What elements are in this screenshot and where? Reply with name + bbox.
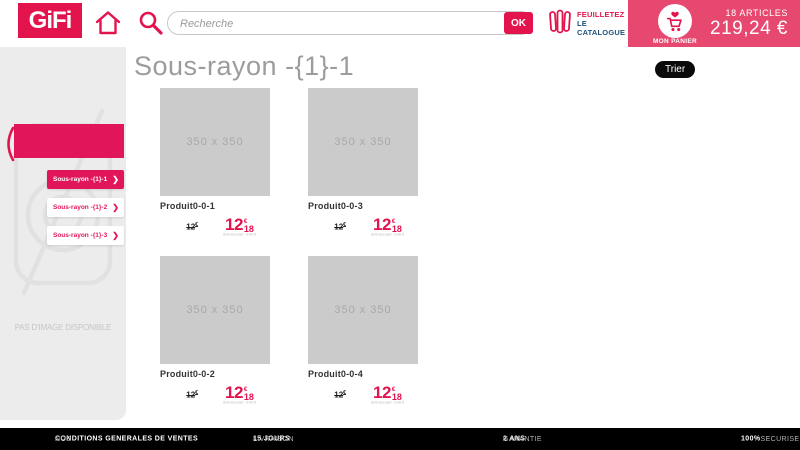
price-note: dont éco-part : 0,00 €	[223, 401, 256, 404]
search-icon	[137, 9, 165, 37]
sidebar-item-sous-rayon-2[interactable]: Sous-rayon -{1}-2 ❯	[47, 198, 124, 217]
product-card[interactable]: 350 x 350 Produit0-0-1 12€ 12 € 18 dont …	[160, 88, 270, 239]
product-prices: 12€ 12 € 18 dont éco-part : 0,00 €	[308, 386, 418, 407]
old-price: 12€	[334, 386, 346, 403]
gifi-page: GiFi OK FEUILLETEZ	[0, 0, 800, 450]
home-button[interactable]	[94, 9, 122, 42]
catalogue-icon	[548, 8, 572, 36]
cart-button[interactable]: MON PANIER 18 ARTICLES 219,24 €	[628, 0, 800, 47]
sidebar-item-label: Sous-rayon -{1}-1	[53, 176, 107, 183]
product-name[interactable]: Produit0-0-3	[308, 201, 418, 211]
cart-icon-circle	[658, 4, 692, 38]
no-image-text: PAS D'IMAGE DISPONIBLE	[0, 323, 126, 332]
sidebar-item-sous-rayon-3[interactable]: Sous-rayon -{1}-3 ❯	[47, 226, 124, 245]
chevron-right-icon: ❯	[112, 231, 119, 240]
product-name[interactable]: Produit0-0-4	[308, 369, 418, 379]
current-price: 12 € 18 dont éco-part : 0,00 €	[359, 386, 416, 407]
current-price: 12 € 18 dont éco-part : 0,00 €	[211, 386, 268, 407]
sidebar-item-sous-rayon-1[interactable]: Sous-rayon -{1}-1 ❯	[47, 170, 124, 189]
product-image-placeholder[interactable]: 350 x 350	[308, 88, 418, 196]
search-icon-button[interactable]	[137, 9, 165, 42]
footer-garantie: GARANTIE 2 ANS	[503, 436, 525, 443]
product-prices: 12€ 12 € 18 dont éco-part : 0,00 €	[160, 218, 270, 239]
product-name[interactable]: Produit0-0-2	[160, 369, 270, 379]
old-price: 12€	[334, 218, 346, 235]
sidebar-item-label: Sous-rayon -{1}-2	[53, 204, 107, 211]
footer-cgv-link[interactable]: NOS CONDITIONS GENERALES DE VENTES	[55, 436, 198, 443]
sidebar: Sous-rayon -{1}-1 ❯ Sous-rayon -{1}-2 ❯ …	[0, 47, 126, 420]
catalogue-label: FEUILLETEZ LE CATALOGUE	[577, 8, 625, 37]
product-prices: 12€ 12 € 18 dont éco-part : 0,00 €	[308, 218, 418, 239]
product-name[interactable]: Produit0-0-1	[160, 201, 270, 211]
product-image-placeholder[interactable]: 350 x 350	[160, 256, 270, 364]
sort-button[interactable]: Trier	[655, 61, 695, 78]
search-box	[167, 11, 533, 35]
cart-label: MON PANIER	[640, 38, 710, 45]
footer-livraison: LIVRAISON 15 JOURS	[253, 436, 290, 443]
gifi-logo-text: GiFi	[29, 7, 72, 35]
cart-heart-icon	[662, 8, 688, 34]
price-note: dont éco-part : 0,00 €	[223, 233, 256, 236]
search-ok-button[interactable]: OK	[504, 12, 533, 34]
footer-securise: 100% SECURISE	[741, 436, 761, 443]
top-header: GiFi OK FEUILLETEZ	[0, 0, 800, 47]
product-card[interactable]: 350 x 350 Produit0-0-3 12€ 12 € 18 dont …	[308, 88, 418, 239]
product-card[interactable]: 350 x 350 Produit0-0-2 12€ 12 € 18 dont …	[160, 256, 270, 407]
catalogue-link[interactable]: FEUILLETEZ LE CATALOGUE	[548, 8, 625, 37]
search-input[interactable]	[178, 13, 502, 35]
sidebar-back-chevron-icon[interactable]	[2, 125, 16, 163]
price-note: dont éco-part : 0,00 €	[371, 233, 404, 236]
home-icon	[94, 9, 122, 37]
chevron-right-icon: ❯	[112, 175, 119, 184]
product-card[interactable]: 350 x 350 Produit0-0-4 12€ 12 € 18 dont …	[308, 256, 418, 407]
footer-bar: NOS CONDITIONS GENERALES DE VENTES LIVRA…	[0, 428, 800, 450]
chevron-right-icon: ❯	[112, 203, 119, 212]
product-image-placeholder[interactable]: 350 x 350	[160, 88, 270, 196]
current-price: 12 € 18 dont éco-part : 0,00 €	[211, 218, 268, 239]
page-title: Sous-rayon -{1}-1	[134, 51, 354, 82]
product-image-placeholder[interactable]: 350 x 350	[308, 256, 418, 364]
category-banner[interactable]	[14, 124, 124, 158]
cart-total-price: 219,24 €	[710, 18, 788, 40]
price-note: dont éco-part : 0,00 €	[371, 401, 404, 404]
product-prices: 12€ 12 € 18 dont éco-part : 0,00 €	[160, 386, 270, 407]
current-price: 12 € 18 dont éco-part : 0,00 €	[359, 218, 416, 239]
gifi-logo[interactable]: GiFi	[18, 3, 82, 38]
old-price: 12€	[186, 218, 198, 235]
cart-articles-count: 18 ARTICLES	[726, 8, 788, 18]
old-price: 12€	[186, 386, 198, 403]
sidebar-item-label: Sous-rayon -{1}-3	[53, 232, 107, 239]
